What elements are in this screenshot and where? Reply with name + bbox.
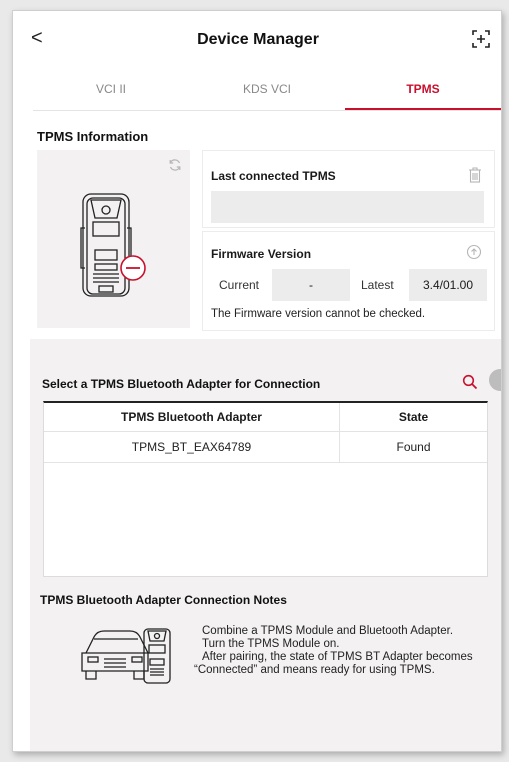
note-line-2: Turn the TPMS Module on. (202, 638, 340, 650)
select-adapter-title: Select a TPMS Bluetooth Adapter for Conn… (42, 377, 321, 391)
refresh-icon[interactable] (168, 158, 182, 172)
column-header-state: State (398, 410, 429, 424)
last-connected-tpms-card: Last connected TPMS (202, 150, 495, 228)
firmware-version-card: Firmware Version Current - Latest 3.4/01… (202, 231, 495, 331)
expand-icon[interactable] (471, 29, 491, 49)
table-header: TPMS Bluetooth Adapter State (44, 403, 487, 432)
firmware-update-icon[interactable] (466, 244, 482, 260)
connection-notes-text: Combine a TPMS Module and Bluetooth Adap… (194, 625, 494, 677)
firmware-version-label: Firmware Version (211, 247, 312, 261)
latest-label: Latest (361, 278, 394, 292)
header: < Device Manager (13, 11, 501, 66)
current-version-value: - (272, 269, 350, 301)
adapter-table: TPMS Bluetooth Adapter State TPMS_BT_EAX… (43, 401, 488, 577)
device-manager-window: < Device Manager VCI II KDS VCI TPMS TPM… (12, 10, 502, 752)
side-panel-handle[interactable] (489, 369, 501, 391)
firmware-version-row: Current - Latest 3.4/01.00 (211, 269, 489, 301)
tab-kds-vci[interactable]: KDS VCI (189, 69, 345, 110)
latest-version-value: 3.4/01.00 (409, 269, 487, 301)
note-line-1: Combine a TPMS Module and Bluetooth Adap… (202, 625, 454, 637)
tpms-device-card (37, 150, 190, 328)
firmware-message: The Firmware version cannot be checked. (211, 308, 426, 320)
tab-vci-ii[interactable]: VCI II (33, 69, 189, 110)
car-adapter-icon (81, 628, 171, 684)
adapter-panel: Select a TPMS Bluetooth Adapter for Conn… (30, 339, 501, 751)
tpms-device-icon (80, 193, 146, 297)
tab-tpms[interactable]: TPMS (345, 69, 501, 110)
search-icon[interactable] (462, 374, 478, 390)
last-connected-value (211, 191, 484, 223)
adapter-state-cell: Found (396, 440, 431, 454)
trash-icon[interactable] (468, 167, 482, 183)
device-tabs: VCI II KDS VCI TPMS (33, 69, 501, 111)
table-row[interactable]: TPMS_BT_EAX64789 Found (44, 432, 487, 463)
adapter-name-cell: TPMS_BT_EAX64789 (44, 432, 340, 462)
connection-notes-title: TPMS Bluetooth Adapter Connection Notes (40, 593, 287, 607)
page-title: Device Manager (197, 31, 319, 48)
note-line-3: After pairing, the state of TPMS BT Adap… (194, 651, 473, 676)
current-label: Current (219, 278, 260, 292)
tpms-information-title: TPMS Information (37, 129, 149, 144)
column-header-adapter: TPMS Bluetooth Adapter (44, 403, 340, 431)
last-connected-label: Last connected TPMS (211, 169, 336, 183)
